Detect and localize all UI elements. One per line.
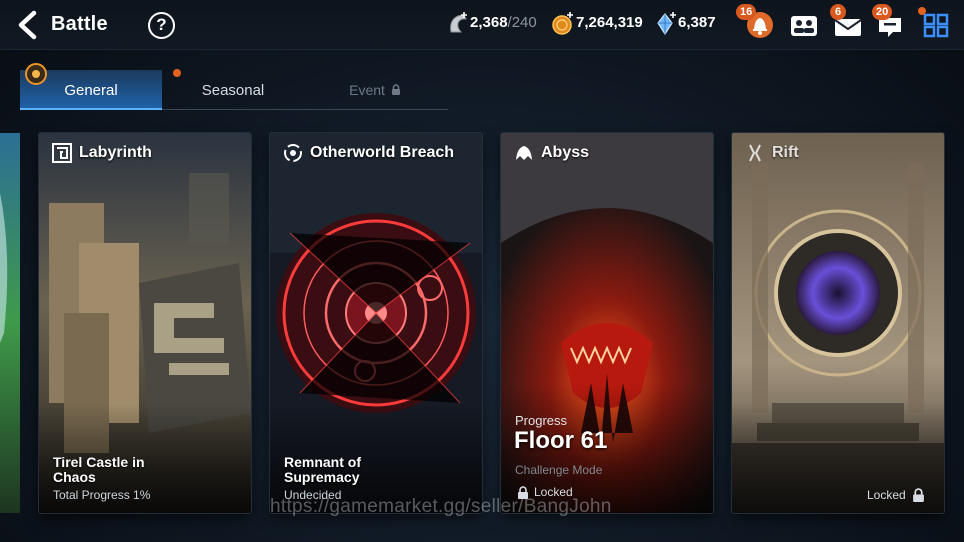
bell-badge: 16: [736, 4, 757, 20]
people-icon: [791, 16, 817, 36]
hero-roster-button[interactable]: [788, 10, 820, 40]
challenge-mode-text: Challenge Mode: [515, 463, 603, 477]
tab-event-label: Event: [349, 82, 385, 98]
card-title: Labyrinth: [79, 144, 152, 161]
card-title: Rift: [772, 144, 799, 161]
card-rift[interactable]: Rift Locked: [732, 133, 944, 513]
tab-seasonal-label: Seasonal: [201, 82, 265, 99]
progress-label: Progress: [515, 413, 568, 428]
watermark-text: https://gamemarket.gg/seller/BangJohn: [270, 496, 612, 517]
stamina-counter: 2,368/240: [470, 14, 537, 31]
menu-button[interactable]: [920, 10, 952, 40]
previous-card-art: [0, 133, 20, 513]
card-title: Abyss: [541, 144, 590, 161]
floor-value: Floor 61: [514, 427, 608, 454]
gold-coin-icon: [552, 12, 573, 35]
previous-card-peek[interactable]: [0, 133, 20, 513]
crystal-counter: 6,387: [678, 14, 716, 31]
card-header: Abyss: [513, 141, 589, 165]
card-progress-text: Total Progress 1%: [53, 488, 151, 502]
chat-badge: 20: [872, 4, 893, 20]
tab-general-label: General: [64, 82, 118, 99]
abyss-claw-icon: [516, 146, 532, 160]
portal-swirl-icon: [284, 144, 302, 162]
card-subtitle-line2: Chaos: [53, 469, 96, 485]
card-subtitle-line2: Supremacy: [284, 469, 360, 485]
lock-label: Locked: [867, 488, 906, 502]
card-subtitle-line1: Remnant of: [284, 454, 361, 470]
menu-notification-dot: [918, 7, 926, 15]
maze-icon: [52, 143, 72, 163]
card-header: Otherworld Breach: [282, 141, 454, 165]
rift-lock-status: Locked: [867, 488, 925, 502]
gold-counter: 7,264,319: [576, 14, 643, 31]
card-subtitle-line1: Tirel Castle in: [53, 454, 145, 470]
top-bar: Battle ? 2,368/240 7,264,319 6,387 16 6 …: [0, 0, 964, 50]
stamina-max: /240: [507, 14, 537, 31]
mode-tabs: General Seasonal Event: [20, 70, 448, 110]
crystal-icon: [657, 12, 676, 36]
tab-event[interactable]: Event: [304, 70, 446, 110]
chevron-left-icon: [18, 10, 37, 40]
rift-icon: [749, 144, 761, 162]
mail-badge: 6: [830, 4, 846, 20]
sparkle-icon: [25, 63, 47, 85]
seasonal-notification-dot: [173, 69, 181, 77]
card-header: Labyrinth: [51, 141, 152, 165]
card-header: Rift: [744, 141, 799, 165]
back-button[interactable]: [14, 10, 42, 40]
grid-menu-icon: [923, 13, 949, 38]
card-abyss[interactable]: Abyss Progress Floor 61 Challenge Mode L…: [501, 133, 713, 513]
stamina-icon: [450, 12, 467, 33]
lock-icon: [391, 84, 400, 95]
card-otherworld-breach[interactable]: Otherworld Breach Remnant of Supremacy U…: [270, 133, 482, 513]
help-button[interactable]: ?: [148, 12, 175, 39]
card-title: Otherworld Breach: [310, 144, 455, 161]
lock-icon: [912, 488, 924, 502]
stamina-value: 2,368: [470, 14, 508, 31]
tab-seasonal[interactable]: Seasonal: [162, 70, 304, 110]
page-title: Battle: [51, 13, 108, 35]
card-labyrinth[interactable]: Labyrinth Tirel Castle in Chaos Total Pr…: [39, 133, 251, 513]
